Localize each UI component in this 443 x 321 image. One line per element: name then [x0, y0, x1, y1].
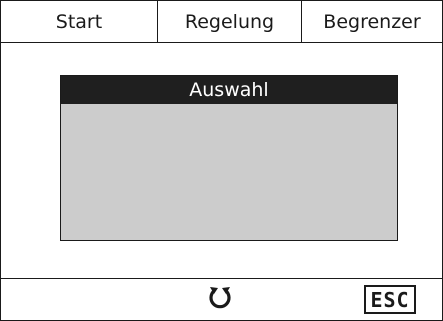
tab-begrenzer[interactable]: Begrenzer [301, 1, 442, 42]
tab-start[interactable]: Start [1, 1, 157, 42]
device-screen: Start Regelung Begrenzer Auswahl ESC [0, 0, 443, 321]
tab-bar: Start Regelung Begrenzer [1, 1, 442, 43]
footer-bar: ESC [1, 278, 442, 321]
refresh-icon[interactable] [208, 286, 232, 312]
selection-dialog: Auswahl [60, 75, 398, 241]
dialog-title: Auswahl [61, 76, 397, 104]
esc-button[interactable]: ESC [364, 285, 416, 314]
tab-regelung[interactable]: Regelung [157, 1, 301, 42]
